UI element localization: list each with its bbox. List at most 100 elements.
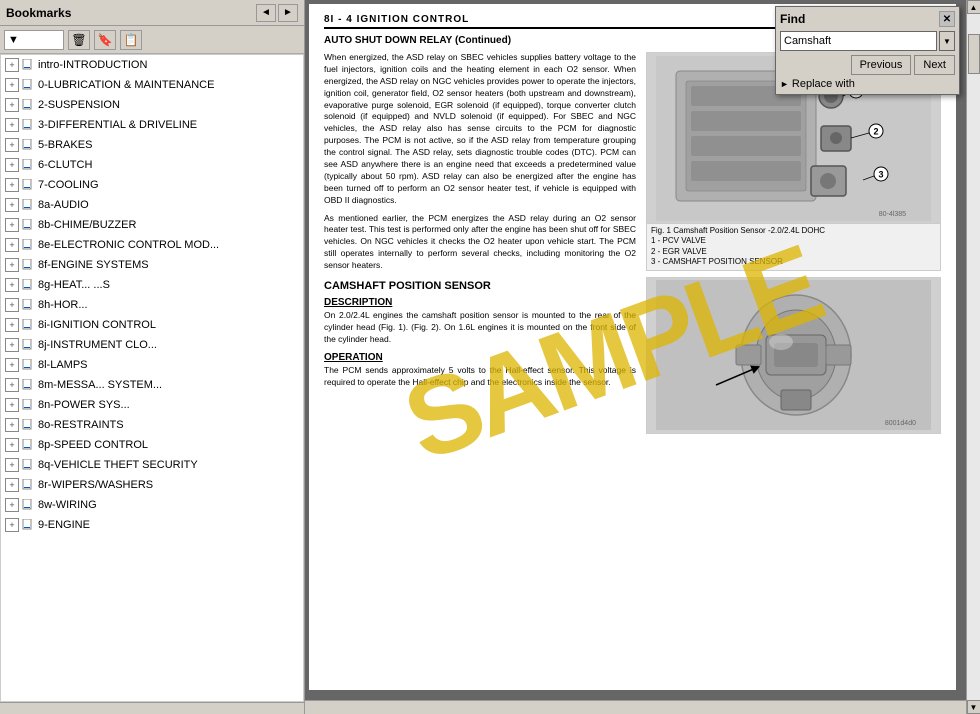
list-item[interactable]: + 8f-ENGINE SYSTEMS (1, 255, 303, 275)
expand-icon[interactable]: + (5, 418, 19, 432)
page-icon (21, 298, 35, 312)
figure-1-legend-2: 2 - EGR VALVE (651, 247, 936, 257)
svg-text:2: 2 (873, 126, 878, 136)
scroll-up-button[interactable]: ▲ (967, 0, 980, 14)
bookmark-label: 3-DIFFERENTIAL & DRIVELINE (38, 119, 197, 131)
left-horizontal-scrollbar[interactable] (0, 702, 304, 714)
page-icon (21, 58, 35, 72)
expand-icon[interactable]: + (5, 358, 19, 372)
expand-icon[interactable]: + (5, 58, 19, 72)
list-item[interactable]: + 9-ENGINE (1, 515, 303, 535)
scroll-thumb[interactable] (968, 34, 980, 74)
list-item[interactable]: + 8w-WIRING (1, 495, 303, 515)
expand-icon[interactable]: + (5, 218, 19, 232)
list-item[interactable]: + 8m-MESSA... SYSTEM... (1, 375, 303, 395)
scroll-down-button[interactable]: ▼ (967, 700, 980, 714)
expand-icon[interactable]: + (5, 518, 19, 532)
nav-right-button[interactable]: ► (278, 4, 298, 22)
expand-icon[interactable]: + (5, 398, 19, 412)
bookmarks-panel: Bookmarks ◄ ► ▼ 🗑 🔖 📋 + intro-INTRODUCTI… (0, 0, 305, 714)
expand-icon[interactable]: + (5, 198, 19, 212)
document-page: 8I - 4 IGNITION CONTROL PT AUTO SHUT DOW… (309, 4, 956, 690)
previous-button[interactable]: Previous (851, 55, 912, 75)
expand-icon[interactable]: + (5, 138, 19, 152)
expand-icon[interactable]: + (5, 458, 19, 472)
bookmark-title: Bookmarks (6, 6, 71, 20)
right-scrollbar[interactable]: ▲ ▼ (966, 0, 980, 714)
view-dropdown-icon: ▼ (8, 34, 19, 46)
expand-icon[interactable]: + (5, 78, 19, 92)
list-item[interactable]: + 8q-VEHICLE THEFT SECURITY (1, 455, 303, 475)
bookmark-button[interactable]: 🔖 (94, 30, 116, 50)
expand-icon[interactable]: + (5, 438, 19, 452)
find-input-row: ▼ (780, 31, 955, 51)
bookmark-label: 8e-ELECTRONIC CONTROL MOD... (38, 239, 219, 251)
list-item[interactable]: + 8o-RESTRAINTS (1, 415, 303, 435)
list-item[interactable]: + intro-INTRODUCTION (1, 55, 303, 75)
list-item[interactable]: + 8h-HOR... (1, 295, 303, 315)
expand-icon[interactable]: + (5, 278, 19, 292)
find-toolbar: Find ✕ ▼ Previous Next ► Replace with (775, 6, 960, 95)
expand-icon[interactable]: + (5, 318, 19, 332)
expand-icon[interactable]: + (5, 478, 19, 492)
expand-icon[interactable]: + (5, 98, 19, 112)
next-button[interactable]: Next (914, 55, 955, 75)
find-replace-row[interactable]: ► Replace with (780, 78, 955, 90)
list-item[interactable]: + 8l-LAMPS (1, 355, 303, 375)
bookmark-label: 9-ENGINE (38, 519, 90, 531)
camshaft-heading: CAMSHAFT POSITION SENSOR (324, 280, 636, 292)
find-search-input[interactable] (780, 31, 937, 51)
list-item[interactable]: + 0-LUBRICATION & MAINTENANCE (1, 75, 303, 95)
expand-icon[interactable]: + (5, 158, 19, 172)
delete-button[interactable]: 🗑 (68, 30, 90, 50)
text-column: When energized, the ASD relay on SBEC ve… (324, 52, 636, 434)
list-item[interactable]: + 3-DIFFERENTIAL & DRIVELINE (1, 115, 303, 135)
page-icon (21, 158, 35, 172)
figure-1-legend-1: 1 - PCV VALVE (651, 236, 936, 246)
page-icon (21, 198, 35, 212)
expand-icon[interactable]: + (5, 498, 19, 512)
bookmark-label: 8o-RESTRAINTS (38, 419, 124, 431)
bookmark-list[interactable]: + intro-INTRODUCTION + 0-LUBRICATION & M… (0, 54, 304, 702)
list-item[interactable]: + 8b-CHIME/BUZZER (1, 215, 303, 235)
expand-icon[interactable]: + (5, 258, 19, 272)
expand-icon[interactable]: + (5, 338, 19, 352)
list-item[interactable]: + 8e-ELECTRONIC CONTROL MOD... (1, 235, 303, 255)
list-item[interactable]: + 8r-WIPERS/WASHERS (1, 475, 303, 495)
expand-icon[interactable]: + (5, 298, 19, 312)
expand-icon[interactable]: + (5, 378, 19, 392)
expand-icon[interactable]: + (5, 118, 19, 132)
list-item[interactable]: + 8g-HEAT... ...S (1, 275, 303, 295)
list-item[interactable]: + 8p-SPEED CONTROL (1, 435, 303, 455)
two-column-layout: When energized, the ASD relay on SBEC ve… (324, 52, 941, 434)
list-item[interactable]: + 7-COOLING (1, 175, 303, 195)
page-icon (21, 438, 35, 452)
scroll-track[interactable] (967, 14, 980, 700)
expand-icon[interactable]: + (5, 238, 19, 252)
list-item[interactable]: + 8j-INSTRUMENT CLO... (1, 335, 303, 355)
expand-icon[interactable]: + (5, 178, 19, 192)
list-item[interactable]: + 6-CLUTCH (1, 155, 303, 175)
nav-left-button[interactable]: ◄ (256, 4, 276, 22)
bookmark-label: 8a-AUDIO (38, 199, 89, 211)
bottom-scrollbar[interactable] (305, 700, 966, 714)
operation-heading: OPERATION (324, 352, 636, 363)
page-section-label: 8I - 4 IGNITION CONTROL (324, 14, 469, 25)
options-button[interactable]: 📋 (120, 30, 142, 50)
list-item[interactable]: + 5-BRAKES (1, 135, 303, 155)
find-close-button[interactable]: ✕ (939, 11, 955, 27)
bookmark-label: 8n-POWER SYS... (38, 399, 130, 411)
view-dropdown[interactable]: ▼ (4, 30, 64, 50)
find-dropdown-button[interactable]: ▼ (939, 31, 955, 51)
list-item[interactable]: + 8n-POWER SYS... (1, 395, 303, 415)
list-item[interactable]: + 8i-IGNITION CONTROL (1, 315, 303, 335)
replace-expand-icon[interactable]: ► (780, 79, 789, 89)
svg-text:3: 3 (878, 169, 883, 179)
image-column: 1 2 3 80-4l385 (646, 52, 941, 434)
list-item[interactable]: + 2-SUSPENSION (1, 95, 303, 115)
bookmark-label: 6-CLUTCH (38, 159, 92, 171)
bookmark-toolbar: ▼ 🗑 🔖 📋 (0, 26, 304, 54)
figure-2-box: 8001d4d0 (646, 277, 941, 434)
bookmark-header: Bookmarks ◄ ► (0, 0, 304, 26)
list-item[interactable]: + 8a-AUDIO (1, 195, 303, 215)
